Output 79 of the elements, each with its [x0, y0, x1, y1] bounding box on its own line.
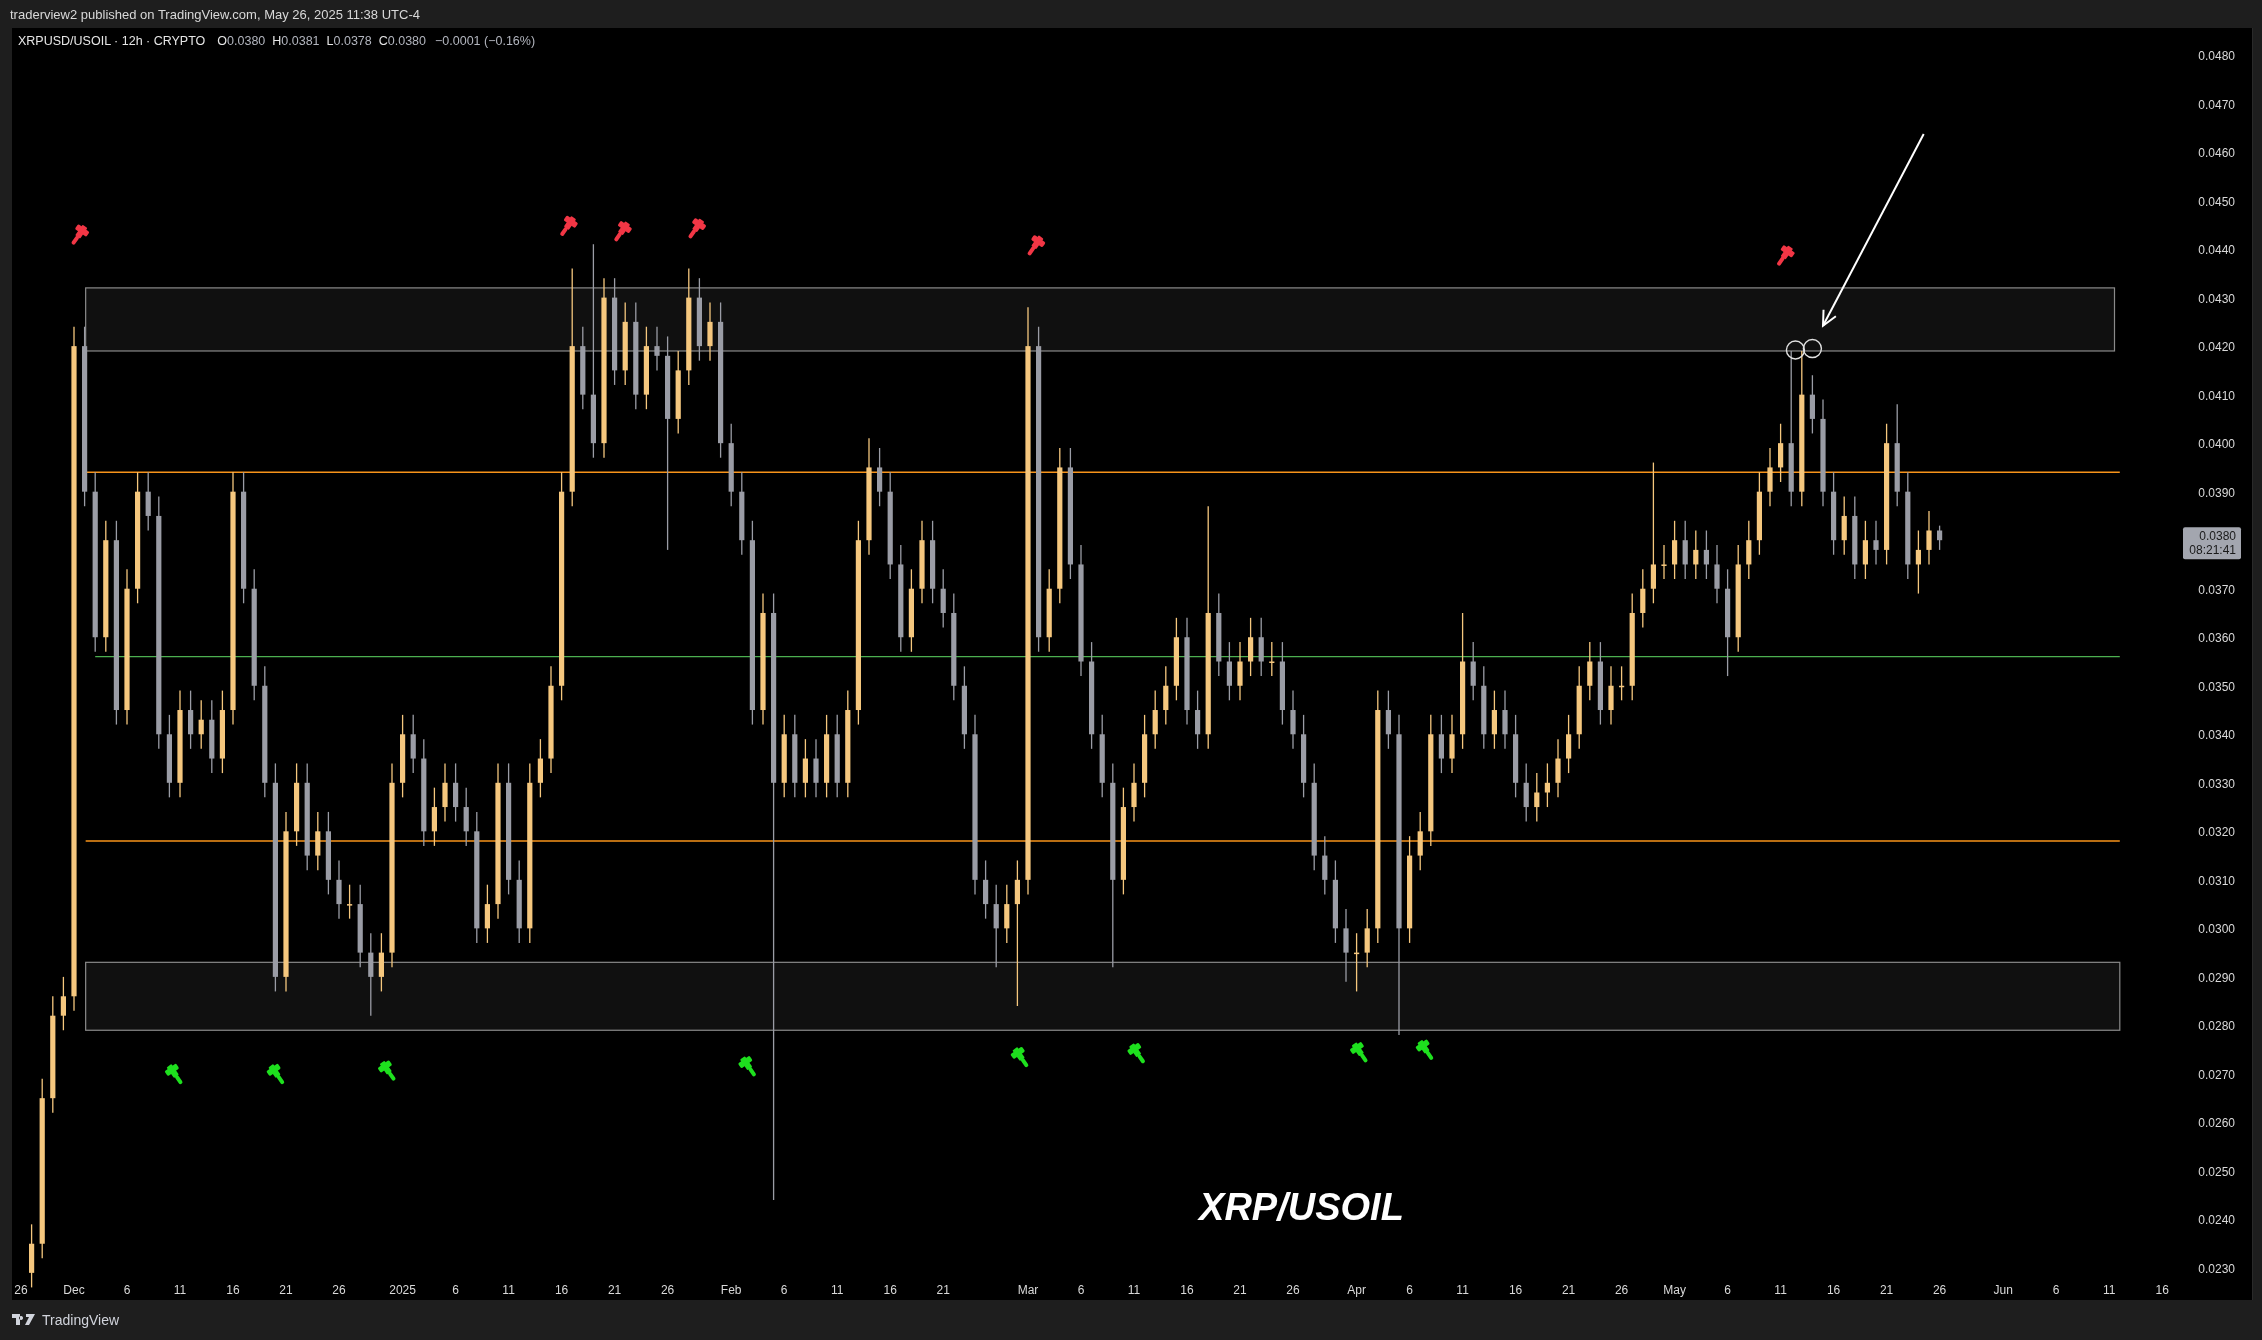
date-axis-label: 26	[14, 1283, 28, 1297]
price-tag: 0.0380 08:21:41	[2183, 527, 2241, 560]
price-axis-label: 0.0360	[2198, 631, 2235, 646]
date-axis-label: 6	[1077, 1283, 1085, 1297]
publish-info: traderview2 published on TradingView.com, May 26, 2025 11:38 UTC-4	[10, 6, 420, 22]
price-change: −0.0001 (−0.16%)	[435, 34, 536, 48]
price-axis-label: 0.0300	[2198, 922, 2235, 937]
ohlc-label: C	[378, 34, 388, 48]
price-axis-label: 0.0430	[2198, 291, 2235, 306]
ohlc-label: O	[217, 34, 228, 48]
price-axis-label: 0.0400	[2198, 437, 2235, 452]
date-axis-label: 21	[1233, 1283, 1247, 1297]
date-axis-label: Jun	[1993, 1283, 2013, 1297]
price-axis-label: 0.0440	[2198, 243, 2235, 258]
price-axis-label: 0.0280	[2198, 1019, 2235, 1034]
date-axis-label: 26	[1614, 1283, 1629, 1297]
date-axis-label: 26	[332, 1283, 346, 1297]
ohlc-label: H	[272, 34, 282, 48]
price-axis-label: 0.0270	[2198, 1067, 2235, 1082]
date-axis-label: 26	[1932, 1283, 1947, 1297]
price-axis-label: 0.0260	[2198, 1116, 2235, 1131]
date-axis-label: 16	[1180, 1283, 1194, 1297]
date-axis-label: 2025	[389, 1283, 416, 1297]
date-axis-label: Apr	[1347, 1283, 1366, 1297]
ohlc-value: 0.0381	[281, 34, 320, 48]
price-axis-label: 0.0480	[2198, 49, 2235, 63]
date-axis-label: 16	[2155, 1283, 2169, 1297]
price-axis-label: 0.0450	[2198, 194, 2235, 209]
symbol-title: XRPUSD/USOIL · 12h · CRYPTO	[18, 34, 206, 48]
price-axis-label: 0.0340	[2198, 728, 2235, 743]
date-axis-label: 21	[1561, 1283, 1576, 1297]
price-axis-label: 0.0370	[2198, 582, 2235, 597]
date-axis-label: 16	[883, 1283, 897, 1297]
ohlc-value: 0.0380	[387, 34, 426, 48]
date-axis-label: 11	[173, 1283, 187, 1297]
price-axis-label: 0.0250	[2198, 1164, 2235, 1179]
date-axis-label: 21	[607, 1283, 622, 1297]
date-axis-label: 11	[1774, 1283, 1787, 1297]
price-axis-label: 0.0350	[2198, 679, 2235, 694]
date-axis-label: 21	[279, 1283, 293, 1297]
date-axis-label: 11	[1127, 1283, 1141, 1297]
date-axis-label: 16	[1508, 1283, 1523, 1297]
date-axis-label: Feb	[720, 1283, 742, 1297]
date-axis-label: 16	[226, 1283, 240, 1297]
price-axis-label: 0.0330	[2198, 776, 2235, 791]
date-axis-label: 11	[502, 1283, 515, 1297]
date-axis-label: 6	[123, 1283, 131, 1297]
date-axis-label: Dec	[63, 1283, 85, 1297]
date-axis-label: 6	[1406, 1283, 1413, 1297]
date-axis-label: 16	[554, 1283, 569, 1297]
date-axis-label: 6	[452, 1283, 459, 1297]
ohlc-value: 0.0378	[333, 34, 372, 48]
price-axis-label: 0.0460	[2198, 146, 2235, 161]
date-axis-label: 21	[936, 1283, 950, 1297]
date-axis-label: 11	[830, 1283, 844, 1297]
price-axis-label: 0.0410	[2198, 388, 2235, 403]
date-axis-label: Mar	[1017, 1283, 1039, 1297]
price-axis-label: 0.0240	[2198, 1213, 2235, 1228]
price-axis-label: 0.0470	[2198, 97, 2235, 112]
price-axis-label: 0.0310	[2198, 873, 2235, 888]
date-axis-label: 6	[1724, 1283, 1731, 1297]
date-axis-label: 6	[780, 1283, 788, 1297]
date-axis-label: 26	[660, 1283, 675, 1297]
date-axis-label: 11	[2102, 1283, 2116, 1297]
price-axis-label: 0.0390	[2198, 485, 2235, 500]
price-axis-label: 0.0420	[2198, 340, 2235, 355]
price-axis-label: 0.0290	[2198, 970, 2235, 985]
date-axis-label: 21	[1879, 1283, 1894, 1297]
date-axis-label: May	[1663, 1283, 1686, 1297]
chart-caption: XRP/USOIL	[1199, 1185, 1404, 1228]
price-axis-label: 0.0230	[2198, 1262, 2235, 1276]
price-axis-label: 0.0320	[2198, 825, 2235, 840]
date-axis-label: 16	[1826, 1283, 1841, 1297]
date-axis-label: 11	[1456, 1283, 1469, 1297]
ohlc-label: L	[326, 34, 334, 48]
ohlc-value: 0.0380	[227, 34, 266, 48]
brand-name: TradingView	[42, 1312, 120, 1328]
date-axis-label: 26	[1286, 1283, 1300, 1297]
date-axis-label: 6	[2052, 1283, 2060, 1297]
